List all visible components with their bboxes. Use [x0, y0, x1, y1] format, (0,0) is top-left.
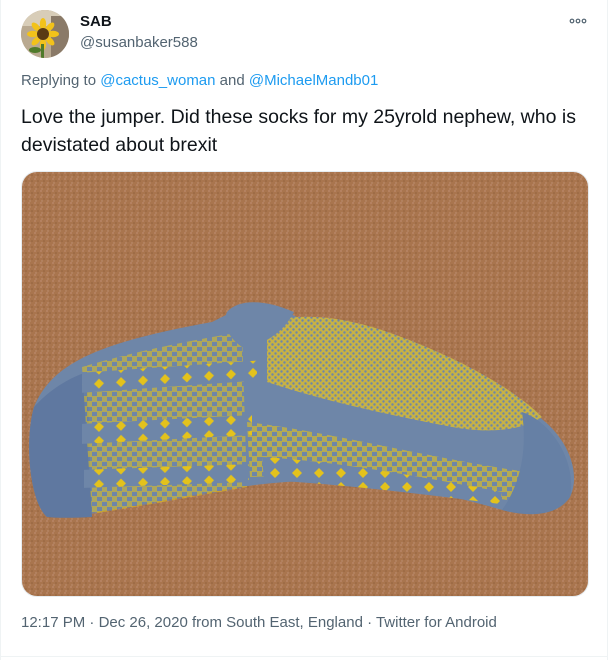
card-border-left: [0, 0, 1, 660]
tweet-text: Love the jumper. Did these socks for my …: [21, 106, 576, 156]
more-dots-icon: [569, 18, 587, 24]
display-name[interactable]: SAB: [80, 13, 112, 30]
sunflower-avatar-icon: [21, 10, 69, 58]
tweet-location[interactable]: South East, England: [226, 614, 363, 631]
tweet-client[interactable]: Twitter for Android: [376, 614, 497, 631]
card-border-right: [607, 0, 608, 660]
tweet-photo[interactable]: [21, 171, 589, 597]
meta-separator: ·: [85, 614, 99, 631]
more-button[interactable]: [566, 10, 590, 32]
meta-from-label: from: [187, 614, 227, 631]
reply-conjunction: and: [219, 72, 245, 89]
tweet-time[interactable]: 12:17 PM: [21, 614, 85, 631]
reply-user-link-1[interactable]: @cactus_woman: [100, 72, 215, 89]
user-handle[interactable]: @susanbaker588: [80, 34, 198, 51]
reply-prefix: Replying to: [21, 72, 97, 89]
tweet-metadata: 12:17 PM · Dec 26, 2020 from South East,…: [21, 614, 497, 631]
reply-context: Replying to @cactus_woman and @MichaelMa…: [21, 72, 378, 89]
card-border-bottom: [0, 656, 608, 657]
reply-user-link-2[interactable]: @MichaelMandb01: [249, 72, 378, 89]
avatar[interactable]: [21, 10, 69, 58]
meta-separator: ·: [362, 614, 376, 631]
tweet-card: SAB @susanbaker588 Replying to @cactus_w…: [0, 0, 614, 660]
tweet-date[interactable]: Dec 26, 2020: [99, 614, 188, 631]
knitted-sock-photo: [22, 172, 588, 596]
